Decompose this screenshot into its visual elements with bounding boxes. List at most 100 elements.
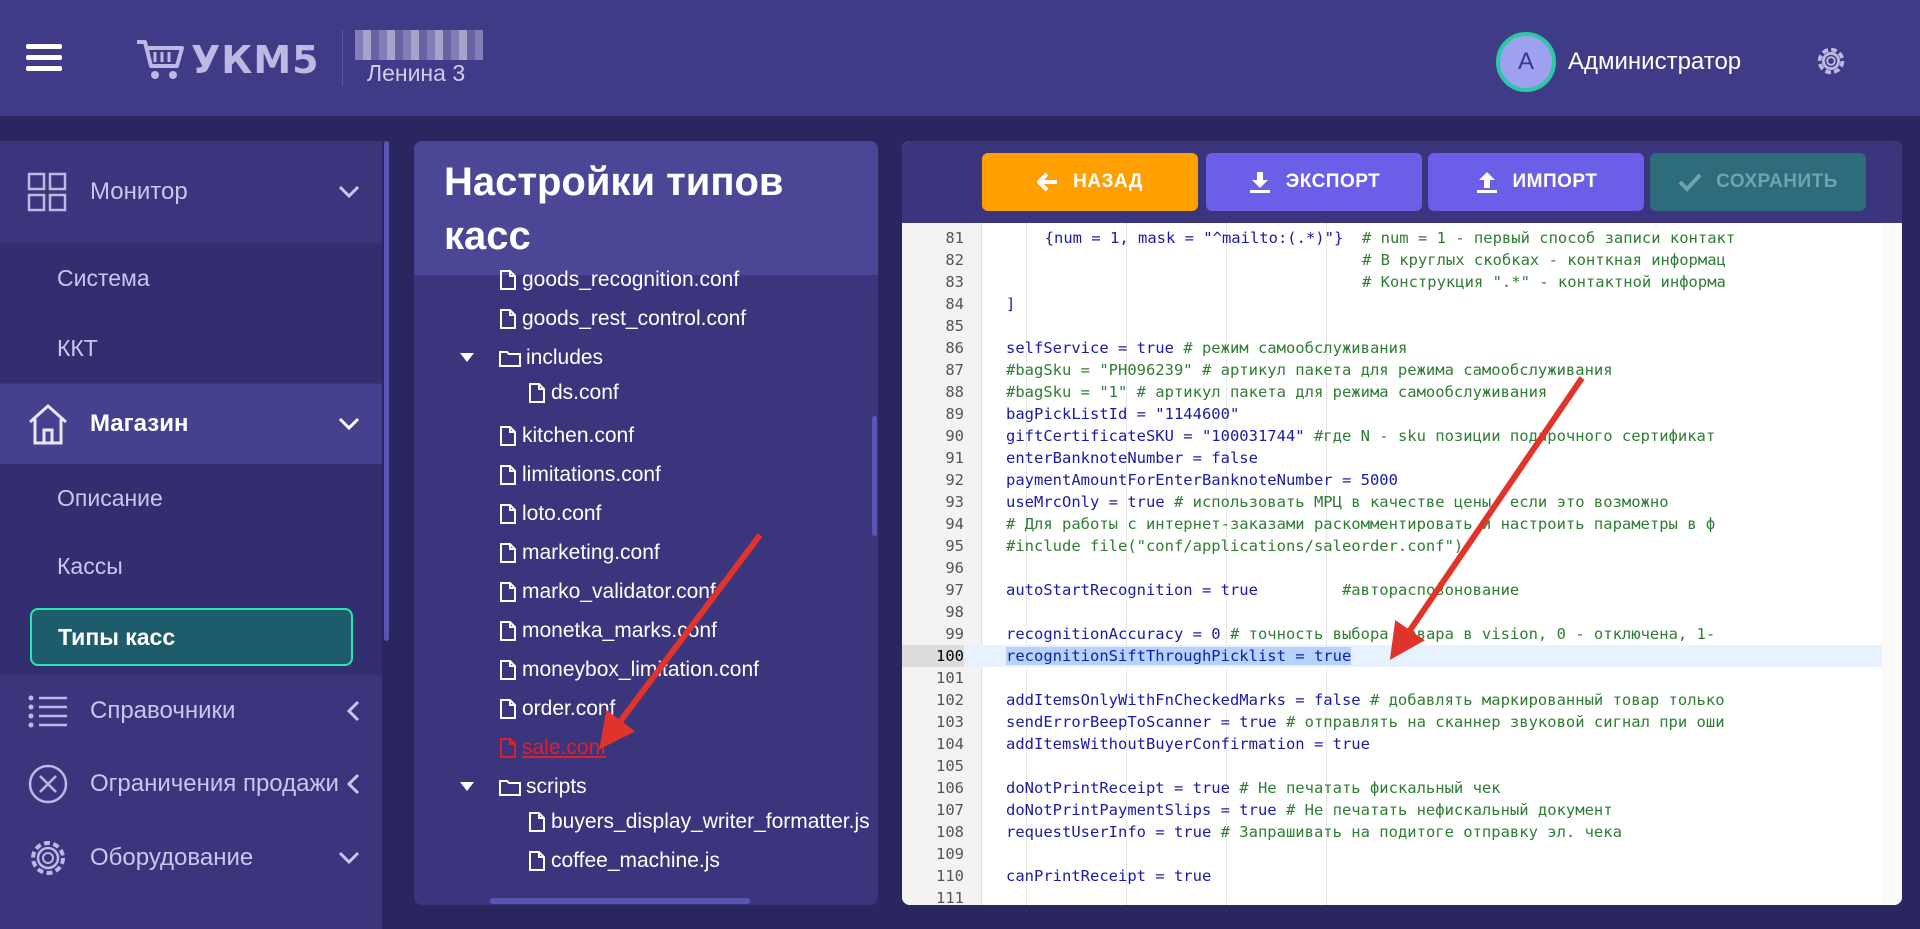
code-line[interactable]: 94 # Для работы с интернет-заказами раско… bbox=[902, 513, 1902, 535]
sidebar-item-description[interactable]: Описание bbox=[0, 464, 382, 532]
tree-file[interactable]: monetka_marks.conf bbox=[498, 614, 717, 648]
logo-text: УКМ5 bbox=[191, 38, 320, 82]
code-text: doNotPrintPaymentSlips = true # Не печат… bbox=[1006, 799, 1613, 821]
code-line[interactable]: 91 enterBanknoteNumber = false bbox=[902, 447, 1902, 469]
code-comment: # Запрашивать на подитоге отправку эл. ч… bbox=[1211, 823, 1622, 841]
code-line[interactable]: 100 recognitionSiftThroughPicklist = true bbox=[902, 645, 1902, 667]
code-line[interactable]: 89 bagPickListId = "1144600" bbox=[902, 403, 1902, 425]
code-line[interactable]: 90 giftCertificateSKU = "100031744" #где … bbox=[902, 425, 1902, 447]
settings-gear-icon[interactable] bbox=[1812, 42, 1850, 80]
cart-icon bbox=[137, 40, 184, 79]
tree-vertical-scrollbar[interactable] bbox=[872, 416, 877, 536]
store-name[interactable]: Ленина 3 bbox=[367, 60, 465, 87]
code-statement: doNotPrintPaymentSlips = true bbox=[1006, 801, 1277, 819]
line-number: 101 bbox=[936, 669, 964, 687]
tree-item-label: loto.conf bbox=[522, 502, 602, 525]
code-line[interactable]: 86 selfService = true # режим самообслужи… bbox=[902, 337, 1902, 359]
sidebar-item-monitor[interactable]: Монитор bbox=[0, 141, 382, 243]
code-comment: # добавлять маркированный товар только bbox=[1360, 691, 1725, 709]
sidebar-item-system[interactable]: Система bbox=[0, 243, 382, 313]
code-statement: canPrintReceipt = true bbox=[1006, 867, 1212, 885]
line-number: 91 bbox=[945, 449, 964, 467]
tree-file[interactable]: coffee_machine.js bbox=[527, 844, 720, 878]
tree-file[interactable]: kitchen.conf bbox=[498, 419, 634, 453]
sidebar-scrollbar[interactable] bbox=[384, 141, 389, 641]
code-editor[interactable]: 81 {num = 1, mask = "^mailto:(.*)"} # nu… bbox=[902, 223, 1902, 905]
caret-down-icon[interactable] bbox=[460, 353, 474, 363]
editor-scrollbar[interactable] bbox=[1882, 223, 1902, 905]
file-icon bbox=[529, 851, 545, 871]
code-line[interactable]: 110 canPrintReceipt = true bbox=[902, 865, 1902, 887]
sidebar-item-store[interactable]: Магазин bbox=[0, 384, 382, 464]
line-number: 99 bbox=[945, 625, 964, 643]
file-icon bbox=[500, 660, 516, 680]
code-line[interactable]: 82 # В круглых скобках - конткная информ… bbox=[902, 249, 1902, 271]
tree-file[interactable]: order.conf bbox=[498, 692, 615, 726]
code-line[interactable]: 102 addItemsOnlyWithFnCheckedMarks = fals… bbox=[902, 689, 1902, 711]
code-line[interactable]: 98 bbox=[902, 601, 1902, 623]
prohibited-icon bbox=[28, 764, 68, 804]
file-tree-panel: Настройки типов касс goods_recognition.c… bbox=[414, 141, 878, 905]
sidebar-item-sales-restrictions[interactable]: Ограничения продажи bbox=[0, 747, 382, 821]
tree-file[interactable]: marko_validator.conf bbox=[498, 575, 716, 609]
code-line[interactable]: 87 #bagSku = "PH096239" # артикул пакета … bbox=[902, 359, 1902, 381]
code-statement bbox=[1026, 251, 1343, 269]
line-number: 102 bbox=[936, 691, 964, 709]
code-line[interactable]: 85 bbox=[902, 315, 1902, 337]
code-statement: sendErrorBeepToScanner = true bbox=[1006, 713, 1277, 731]
tree-folder[interactable]: scripts bbox=[460, 770, 587, 804]
code-line[interactable]: 97 autoStartRecognition = true #автораспо… bbox=[902, 579, 1902, 601]
file-icon bbox=[500, 465, 516, 485]
code-line[interactable]: 107 doNotPrintPaymentSlips = true # Не пе… bbox=[902, 799, 1902, 821]
caret-down-icon[interactable] bbox=[460, 782, 474, 792]
line-number: 83 bbox=[945, 273, 964, 291]
export-button[interactable]: ЭКСПОРТ bbox=[1206, 153, 1422, 211]
code-line[interactable]: 84] bbox=[902, 293, 1902, 315]
avatar[interactable]: А bbox=[1496, 32, 1556, 92]
tree-file[interactable]: moneybox_limitation.conf bbox=[498, 653, 759, 687]
code-line[interactable]: 93 useMrcOnly = true # использовать МРЦ в… bbox=[902, 491, 1902, 513]
code-line[interactable]: 111 bbox=[902, 887, 1902, 905]
code-text: recognitionAccuracy = 0 # точность выбор… bbox=[1006, 623, 1715, 645]
code-line[interactable]: 101 bbox=[902, 667, 1902, 689]
back-button[interactable]: НАЗАД bbox=[982, 153, 1198, 211]
code-text: addItemsOnlyWithFnCheckedMarks = false #… bbox=[1006, 689, 1725, 711]
code-text: #bagSku = "PH096239" # артикул пакета дл… bbox=[1006, 359, 1613, 381]
code-line[interactable]: 104 addItemsWithoutBuyerConfirmation = tr… bbox=[902, 733, 1902, 755]
tree-file[interactable]: marketing.conf bbox=[498, 536, 660, 570]
save-button[interactable]: СОХРАНИТЬ bbox=[1650, 153, 1866, 211]
user-name[interactable]: Администратор bbox=[1568, 48, 1741, 76]
tree-horizontal-scrollbar[interactable] bbox=[490, 898, 750, 904]
code-line[interactable]: 108 requestUserInfo = true # Запрашивать … bbox=[902, 821, 1902, 843]
code-line[interactable]: 105 bbox=[902, 755, 1902, 777]
code-line[interactable]: 88 #bagSku = "1" # артикул пакета для реж… bbox=[902, 381, 1902, 403]
tree-file[interactable]: loto.conf bbox=[498, 497, 601, 531]
tree-file[interactable]: goods_rest_control.conf bbox=[498, 302, 746, 336]
code-line[interactable]: 92 paymentAmountForEnterBanknoteNumber = … bbox=[902, 469, 1902, 491]
code-line[interactable]: 99 recognitionAccuracy = 0 # точность выб… bbox=[902, 623, 1902, 645]
app-logo[interactable]: УКМ5 bbox=[135, 38, 320, 82]
code-line[interactable]: 106 doNotPrintReceipt = true # Не печатат… bbox=[902, 777, 1902, 799]
tree-folder[interactable]: includes bbox=[460, 341, 603, 375]
tree-file[interactable]: buyers_display_writer_formatter.js bbox=[527, 805, 870, 839]
tree-file[interactable]: limitations.conf bbox=[498, 458, 661, 492]
code-line[interactable]: 103 sendErrorBeepToScanner = true # отпра… bbox=[902, 711, 1902, 733]
sidebar-item-directories[interactable]: Справочники bbox=[0, 675, 382, 747]
tree-file[interactable]: sale.conf bbox=[498, 731, 606, 765]
code-line[interactable]: 81 {num = 1, mask = "^mailto:(.*)"} # nu… bbox=[902, 227, 1902, 249]
menu-icon[interactable] bbox=[26, 44, 62, 72]
code-line[interactable]: 96 bbox=[902, 557, 1902, 579]
tree-file[interactable]: ds.conf bbox=[527, 376, 619, 410]
sidebar-item-register-types[interactable]: Типы касс bbox=[0, 600, 382, 675]
code-line[interactable]: 95 #include file("conf/applications/saleo… bbox=[902, 535, 1902, 557]
code-statement: giftCertificateSKU = "100031744" bbox=[1006, 427, 1305, 445]
tree-file[interactable]: goods_recognition.conf bbox=[498, 263, 739, 297]
sidebar-item-registers[interactable]: Кассы bbox=[0, 532, 382, 600]
code-line[interactable]: 109 bbox=[902, 843, 1902, 865]
import-button[interactable]: ИМПОРТ bbox=[1428, 153, 1644, 211]
sidebar-item-equipment[interactable]: Оборудование bbox=[0, 821, 382, 895]
sidebar-item-kkt[interactable]: ККТ bbox=[0, 313, 382, 383]
code-line[interactable]: 83 # Конструкция ".*" - контактной инфор… bbox=[902, 271, 1902, 293]
list-icon bbox=[28, 695, 67, 728]
sidebar-label-directories: Справочники bbox=[90, 697, 236, 724]
